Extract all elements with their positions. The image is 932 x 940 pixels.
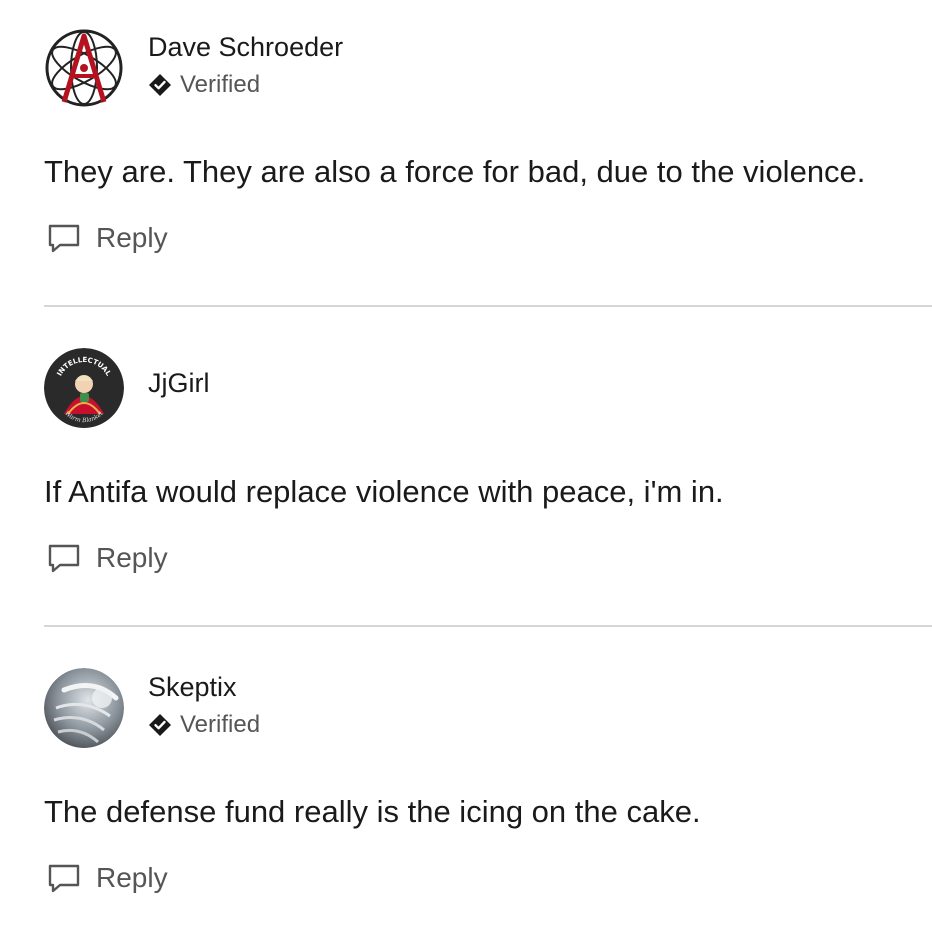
reply-label: Reply [96,222,168,253]
author-name[interactable]: JjGirl [148,366,210,400]
author-name[interactable]: Skeptix [148,670,260,704]
comment-text: The defense fund really is the icing on … [44,794,701,829]
reply-icon [48,864,80,893]
comment-text: They are. They are also a force for bad,… [44,154,866,189]
reply-icon [48,544,80,573]
comment-list: Dave Schroeder Verified They are. They a… [44,0,932,940]
avatar[interactable] [44,28,124,108]
verified-label: Verified [180,711,261,738]
comment-item: INTELLECTUAL Warm Blanket JjGirl If Anti… [44,320,932,640]
reply-label: Reply [96,542,168,573]
author-block: Dave Schroeder Verified [148,30,343,100]
reply-label: Reply [96,862,168,893]
reply-button[interactable]: Reply [44,540,168,576]
divider [44,625,932,627]
atheist-symbol-icon [44,28,124,108]
avatar[interactable] [44,668,124,748]
verified-icon [149,714,171,736]
blanket-girl-avatar-icon: INTELLECTUAL Warm Blanket [44,348,124,428]
verified-badge: Verified [148,70,343,100]
reply-button[interactable]: Reply [44,860,168,896]
comment-item: Skeptix Verified The defense fund really… [44,640,932,940]
author-name[interactable]: Dave Schroeder [148,30,343,64]
divider [44,305,932,307]
comment-text: If Antifa would replace violence with pe… [44,474,724,509]
comment-item: Dave Schroeder Verified They are. They a… [44,0,932,320]
verified-label: Verified [180,71,261,98]
xray-avatar-icon [44,668,124,748]
author-block: JjGirl [148,366,210,400]
verified-icon [149,74,171,96]
avatar[interactable]: INTELLECTUAL Warm Blanket [44,348,124,428]
reply-button[interactable]: Reply [44,220,168,256]
author-block: Skeptix Verified [148,670,260,740]
verified-badge: Verified [148,710,260,740]
reply-icon [48,224,80,253]
